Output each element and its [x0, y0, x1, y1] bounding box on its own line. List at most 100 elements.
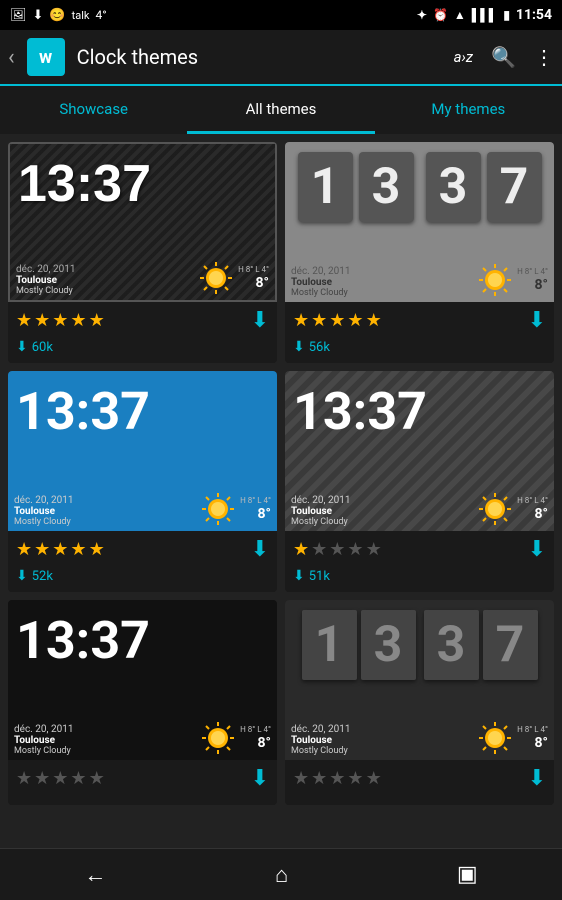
- weather-right-4: H 8° L 4° 8°: [477, 491, 548, 527]
- status-bar: 🖼 ⬇ 😊 talk 4° ✦ ⏰ ▲ ▌▌▌ ▮ 11:54: [0, 0, 562, 30]
- sun-icon-2: [477, 262, 513, 298]
- weather-city-6: Toulouse: [291, 735, 350, 746]
- bottom-nav: ← ⌂ ▣: [0, 848, 562, 900]
- search-button[interactable]: 🔍: [491, 45, 516, 69]
- weather-desc-3: Mostly Cloudy: [14, 517, 73, 527]
- recent-nav-button[interactable]: ▣: [437, 854, 498, 895]
- tab-bar: Showcase All themes My themes: [0, 86, 562, 134]
- weather-city-3: Toulouse: [14, 506, 73, 517]
- temp-area-3: H 8° L 4° 8°: [240, 496, 271, 522]
- dl-count-2: 56k: [309, 340, 330, 355]
- temp-main-2: 8°: [535, 277, 549, 293]
- back-button[interactable]: ‹: [8, 45, 15, 70]
- theme-card-1[interactable]: 13:37 déc. 20, 2011 Toulouse Mostly Clou…: [8, 142, 277, 363]
- stars-6: ★ ★ ★ ★ ★: [293, 768, 382, 789]
- weather-desc-5: Mostly Cloudy: [14, 746, 73, 756]
- weather-left-3: déc. 20, 2011 Toulouse Mostly Cloudy: [14, 495, 73, 527]
- theme-card-4[interactable]: 13:37 déc. 20, 2011 Toulouse Mostly Clou…: [285, 371, 554, 592]
- weather-city-2: Toulouse: [291, 277, 350, 288]
- rating-row-4: ★ ★ ★ ★ ★ ⬇: [285, 531, 554, 568]
- clock-time-4: 13:37: [285, 371, 554, 442]
- signal-icon: ▌▌▌: [472, 8, 498, 22]
- temp-area-2: H 8° L 4° 8°: [517, 267, 548, 293]
- theme-card-6[interactable]: 1 3 3 7 déc. 20, 2011 Toulouse Mostly Cl…: [285, 600, 554, 805]
- weather-left-2: déc. 20, 2011 Toulouse Mostly Cloudy: [291, 266, 350, 298]
- clock-preview-3: 13:37 déc. 20, 2011 Toulouse Mostly Clou…: [8, 371, 277, 531]
- temp-area-4: H 8° L 4° 8°: [517, 496, 548, 522]
- stars-3: ★ ★ ★ ★ ★: [16, 539, 105, 560]
- temp-main-1: 8°: [256, 275, 270, 291]
- weather-right-1: H 8° L 4° 8°: [198, 260, 269, 296]
- download-button-3[interactable]: ⬇: [251, 537, 269, 562]
- wifi-icon: ▲: [454, 8, 466, 22]
- app-title: Clock themes: [77, 45, 442, 69]
- temp-icon: 4°: [95, 8, 106, 22]
- sun-icon-5: [200, 720, 236, 756]
- rating-row-6: ★ ★ ★ ★ ★ ⬇: [285, 760, 554, 797]
- weather-left-4: déc. 20, 2011 Toulouse Mostly Cloudy: [291, 495, 350, 527]
- back-nav-button[interactable]: ←: [64, 854, 126, 896]
- download-button-2[interactable]: ⬇: [528, 308, 546, 333]
- weather-row-3: déc. 20, 2011 Toulouse Mostly Cloudy: [8, 487, 277, 531]
- clock-preview-1: 13:37 déc. 20, 2011 Toulouse Mostly Clou…: [8, 142, 277, 302]
- download-count-row-4: ⬇ 51k: [285, 568, 554, 592]
- flip-digit-6-2: 3: [361, 610, 416, 680]
- theme-card-5[interactable]: 13:37 déc. 20, 2011 Toulouse Mostly Clou…: [8, 600, 277, 805]
- weather-row-5: déc. 20, 2011 Toulouse Mostly Cloudy: [8, 716, 277, 760]
- download-button-1[interactable]: ⬇: [251, 308, 269, 333]
- download-count-row-2: ⬇ 56k: [285, 339, 554, 363]
- main-content: 13:37 déc. 20, 2011 Toulouse Mostly Clou…: [0, 134, 562, 848]
- clock-preview-5: 13:37 déc. 20, 2011 Toulouse Mostly Clou…: [8, 600, 277, 760]
- app-bar-actions: a›z 🔍 ⋮: [454, 45, 554, 69]
- dl-icon-1: ⬇: [16, 339, 28, 355]
- flip-digit-6-1: 1: [302, 610, 357, 680]
- tab-all-themes[interactable]: All themes: [187, 86, 374, 134]
- weather-date-4: déc. 20, 2011: [291, 495, 350, 506]
- rating-row-5: ★ ★ ★ ★ ★ ⬇: [8, 760, 277, 797]
- weather-right-3: H 8° L 4° 8°: [200, 491, 271, 527]
- flip-digit-3: 3: [426, 152, 481, 222]
- clock-preview-2: 1 3 3 7 déc. 20, 2011 Toulouse Mostly Cl…: [285, 142, 554, 302]
- weather-date-2: déc. 20, 2011: [291, 266, 350, 277]
- weather-desc-6: Mostly Cloudy: [291, 746, 350, 756]
- weather-row-1: déc. 20, 2011 Toulouse Mostly Cloudy: [10, 256, 275, 300]
- temp-main-5: 8°: [258, 735, 272, 751]
- flip-digit-6-4: 7: [483, 610, 538, 680]
- weather-right-2: H 8° L 4° 8°: [477, 262, 548, 298]
- theme-card-3[interactable]: 13:37 déc. 20, 2011 Toulouse Mostly Clou…: [8, 371, 277, 592]
- theme-grid: 13:37 déc. 20, 2011 Toulouse Mostly Clou…: [8, 142, 554, 805]
- tab-my-themes[interactable]: My themes: [375, 86, 562, 134]
- flip-digit-6-3: 3: [424, 610, 479, 680]
- overflow-menu-button[interactable]: ⋮: [534, 45, 554, 69]
- download-button-4[interactable]: ⬇: [528, 537, 546, 562]
- smiley-icon: 😊: [49, 8, 65, 23]
- weather-right-6: H 8° L 4° 8°: [477, 720, 548, 756]
- download-button-5[interactable]: ⬇: [251, 766, 269, 791]
- sun-icon-3: [200, 491, 236, 527]
- weather-desc-2: Mostly Cloudy: [291, 288, 350, 298]
- flip-digit-2: 3: [359, 152, 414, 222]
- clock-preview-4: 13:37 déc. 20, 2011 Toulouse Mostly Clou…: [285, 371, 554, 531]
- temp-main-4: 8°: [535, 506, 549, 522]
- weather-date-5: déc. 20, 2011: [14, 724, 73, 735]
- weather-desc-1: Mostly Cloudy: [16, 286, 75, 296]
- stars-1: ★ ★ ★ ★ ★: [16, 310, 105, 331]
- sun-icon-4: [477, 491, 513, 527]
- status-icons-left: 🖼 ⬇ 😊 talk 4°: [10, 8, 107, 23]
- rating-row-2: ★ ★ ★ ★ ★ ⬇: [285, 302, 554, 339]
- weather-left-6: déc. 20, 2011 Toulouse Mostly Cloudy: [291, 724, 350, 756]
- tab-showcase[interactable]: Showcase: [0, 86, 187, 134]
- stars-4: ★ ★ ★ ★ ★: [293, 539, 382, 560]
- star-5: ★: [89, 310, 105, 331]
- dl-count-4: 51k: [309, 569, 330, 584]
- sort-button[interactable]: a›z: [454, 48, 474, 66]
- sun-icon-6: [477, 720, 513, 756]
- download-count-row-5: [8, 797, 277, 805]
- theme-card-2[interactable]: 1 3 3 7 déc. 20, 2011 Toulouse Mostly Cl…: [285, 142, 554, 363]
- download-button-6[interactable]: ⬇: [528, 766, 546, 791]
- download-count-row-6: [285, 797, 554, 805]
- home-nav-button[interactable]: ⌂: [255, 854, 308, 896]
- app-logo: w: [27, 38, 65, 76]
- battery-icon: ▮: [503, 8, 510, 22]
- talk-icon: talk: [72, 9, 90, 22]
